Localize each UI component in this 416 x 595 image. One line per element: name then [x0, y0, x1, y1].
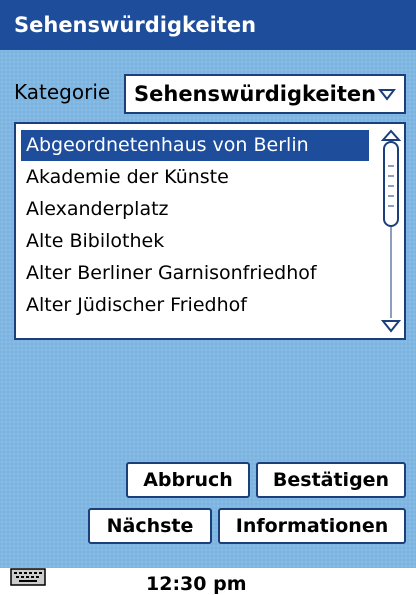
list-item[interactable]: Alter Jüdischer Friedhof — [21, 290, 369, 321]
info-button[interactable]: Informationen — [218, 508, 406, 544]
list-item[interactable]: Alexanderplatz — [21, 194, 369, 225]
window-title: Sehenswürdigkeiten — [0, 0, 416, 50]
status-bar: 12:30 pm — [0, 568, 416, 595]
clock: 12:30 pm — [146, 573, 247, 595]
list-scrollbar[interactable] — [380, 128, 402, 334]
scroll-up-arrow-icon[interactable] — [380, 129, 402, 141]
place-list[interactable]: Abgeordnetenhaus von Berlin Akademie der… — [14, 122, 406, 340]
keyboard-icon[interactable] — [10, 568, 46, 586]
category-select-value: Sehenswürdigkeiten — [134, 82, 377, 106]
confirm-button[interactable]: Bestätigen — [256, 462, 406, 498]
list-item[interactable]: Alter Berliner Garnisonfriedhof — [21, 258, 369, 289]
category-label: Kategorie — [14, 80, 111, 104]
chevron-down-icon — [378, 89, 396, 101]
cancel-button[interactable]: Abbruch — [126, 462, 250, 498]
next-button[interactable]: Nächste — [88, 508, 212, 544]
list-item[interactable]: Alte Bibilothek — [21, 226, 369, 257]
scroll-down-arrow-icon[interactable] — [380, 320, 402, 333]
list-item[interactable]: Akademie der Künste — [21, 162, 369, 193]
category-select[interactable]: Sehenswürdigkeiten — [124, 74, 406, 114]
scroll-thumb[interactable] — [383, 141, 399, 227]
list-item[interactable]: Abgeordnetenhaus von Berlin — [21, 130, 369, 161]
